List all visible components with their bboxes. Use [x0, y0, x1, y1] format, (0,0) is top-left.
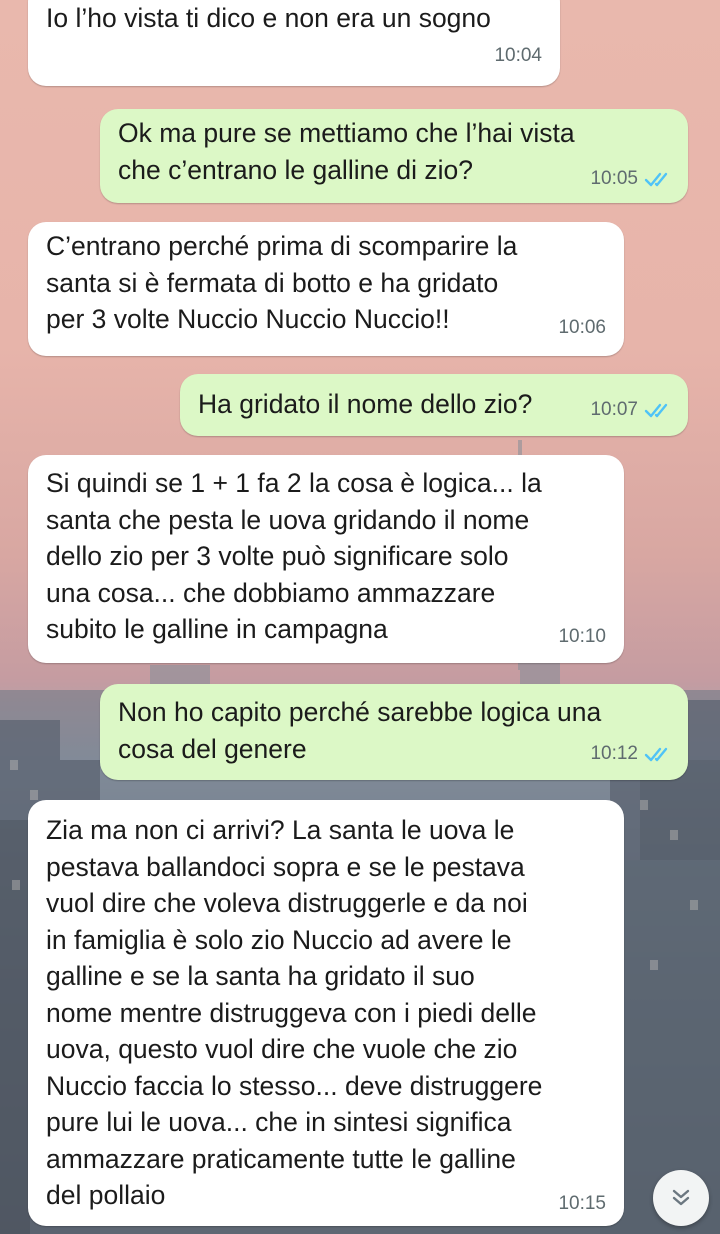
message-text: Io l’ho vista ti dico e non era un sogno: [46, 3, 491, 33]
message-text: Non ho capito perché sarebbe logica una …: [118, 697, 602, 764]
message-text: Zia ma non ci arrivi? La santa le uova l…: [46, 815, 543, 1210]
message-incoming[interactable]: Si quindi se 1 + 1 fa 2 la cosa è logica…: [28, 455, 624, 663]
message-meta: 10:07: [590, 392, 676, 429]
message-text: Ha gridato il nome dello zio?: [198, 389, 533, 419]
message-outgoing[interactable]: Ha gridato il nome dello zio? 10:07: [180, 374, 688, 436]
message-incoming[interactable]: Io l’ho vista ti dico e non era un sogno…: [28, 0, 560, 86]
message-text: C’entrano perché prima di scomparire la …: [46, 231, 518, 334]
message-meta: 10:15: [558, 1186, 606, 1223]
message-time: 10:07: [590, 398, 638, 420]
message-time: 10:15: [558, 1192, 606, 1214]
message-time: 10:05: [590, 167, 638, 189]
message-meta: 10:04: [494, 38, 542, 75]
message-incoming[interactable]: C’entrano perché prima di scomparire la …: [28, 222, 624, 356]
message-outgoing[interactable]: Non ho capito perché sarebbe logica una …: [100, 684, 688, 780]
double-chevron-down-icon: [672, 1189, 690, 1206]
double-check-icon: [644, 747, 668, 761]
message-time: 10:10: [558, 625, 606, 647]
message-meta: 10:05: [590, 161, 676, 198]
double-check-icon: [644, 172, 668, 186]
message-outgoing[interactable]: Ok ma pure se mettiamo che l’hai vista c…: [100, 109, 688, 203]
message-meta: 10:10: [558, 619, 606, 656]
message-text: Ok ma pure se mettiamo che l’hai vista c…: [118, 118, 575, 185]
message-time: 10:12: [590, 742, 638, 764]
message-incoming[interactable]: Zia ma non ci arrivi? La santa le uova l…: [28, 800, 624, 1226]
message-meta: 10:12: [590, 736, 676, 773]
scroll-to-bottom-button[interactable]: [653, 1170, 709, 1226]
message-meta: 10:06: [558, 310, 606, 347]
message-time: 10:06: [558, 316, 606, 338]
double-check-icon: [644, 403, 668, 417]
message-text: Si quindi se 1 + 1 fa 2 la cosa è logica…: [46, 468, 542, 644]
message-time: 10:04: [494, 44, 542, 66]
